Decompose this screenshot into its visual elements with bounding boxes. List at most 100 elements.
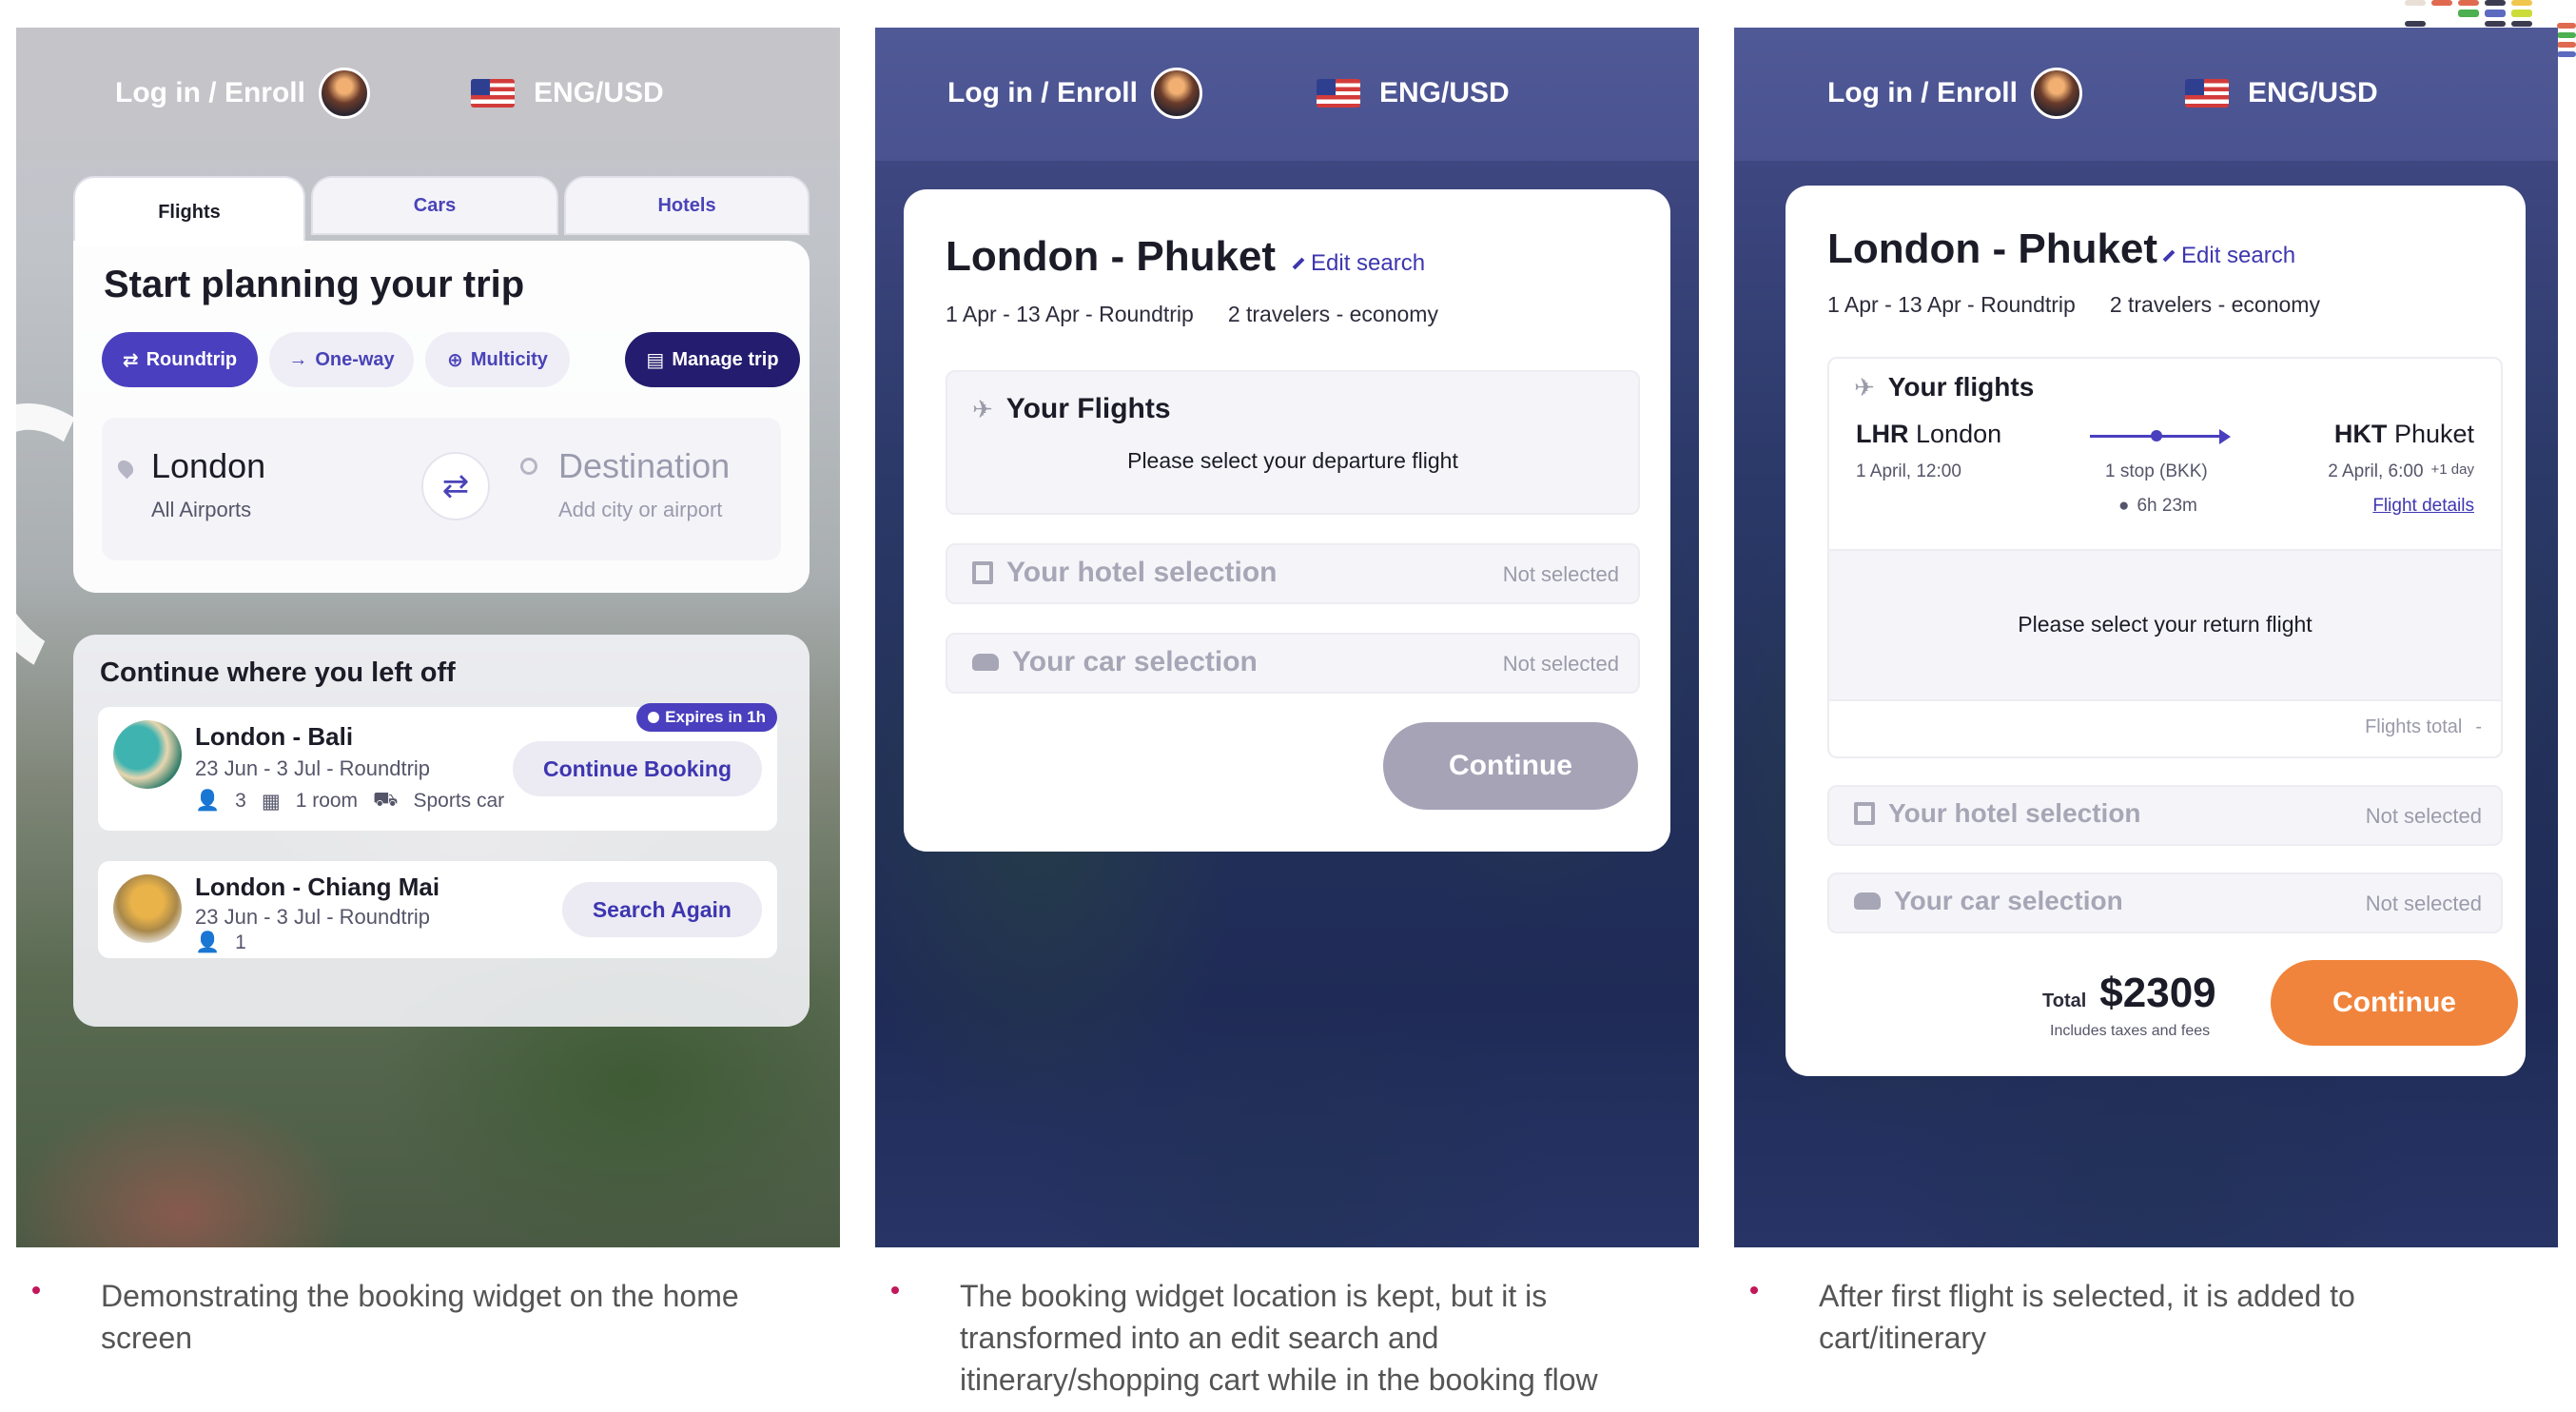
location-pin-icon [114,457,137,480]
trip-meta: 👤 3 ▦ 1 room ⛟ Sports car [195,789,504,814]
hotel-section[interactable]: Your hotel selection Not selected [1827,785,2503,846]
continue-booking-button[interactable]: Continue Booking [512,741,762,796]
dest-code: HKT [2333,420,2388,448]
flight-details-link[interactable]: Flight details [2372,496,2474,517]
search-summary: 1 Apr - 13 Apr - Roundtrip 2 travelers -… [946,302,1438,327]
pencil-icon [1292,257,1305,270]
multicity-button[interactable]: ⊕ Multicity [425,332,570,387]
origin-subtext: All Airports [151,498,252,521]
duration: ● 6h 23m [2118,496,2197,517]
edit-search-link[interactable]: Edit search [1292,250,1425,277]
locale-selector[interactable]: ENG/USD [1317,77,1510,109]
tab-cars[interactable]: Cars [311,176,558,235]
car-icon [972,654,999,671]
caption-bullet [1750,1286,1758,1294]
car-section[interactable]: Your car selection Not selected [946,633,1640,694]
caption-cart: After first flight is selected, it is ad… [1819,1279,2355,1355]
login-enroll-link[interactable]: Log in / Enroll [115,68,370,119]
flights-total-value: - [2475,716,2482,737]
hotel-icon [972,561,993,584]
trip-dates: 23 Jun - 3 Jul - Roundtrip [195,756,431,780]
expires-badge: Expires in 1h [636,703,777,732]
trip-dates: 1 Apr - 13 Apr - Roundtrip [946,302,1194,326]
trip-name: London - Chiang Mai [195,873,440,901]
caption-bullet [891,1286,899,1294]
locale-selector[interactable]: ENG/USD [471,77,664,109]
trip-dates: 23 Jun - 3 Jul - Roundtrip [195,905,431,929]
car-title: Your car selection [1894,886,2123,915]
login-enroll-link[interactable]: Log in / Enroll [947,68,1202,119]
tab-hotels[interactable]: Hotels [564,176,810,235]
recent-trip-chiang-mai[interactable]: London - Chiang Mai 23 Jun - 3 Jul - Rou… [98,861,777,958]
continue-button-disabled[interactable]: Continue [1383,722,1638,810]
traveler-icon: 👤 [195,790,221,812]
origin-city: London [1916,420,2002,448]
flights-section: ✈ Your Flights Please select your depart… [946,370,1640,515]
day-offset: +1 day [2430,461,2474,478]
one-way-label: One-way [315,348,395,370]
us-flag-icon [471,79,515,108]
car-header: Your car selection [1854,886,2123,916]
top-bar: Log in / Enroll ENG/USD [16,28,840,161]
destination-field[interactable]: Destination [558,446,730,486]
hotel-header: Your hotel selection [1854,798,2141,829]
traveler-count: 1 [235,932,246,953]
edit-search-link[interactable]: Edit search [2162,243,2295,269]
route-title: London - Phuket [1827,226,2158,272]
flights-total-label: Flights total [2365,716,2463,737]
slide: Log in / Enroll ENG/USD Flights Cars Hot… [0,0,2576,1412]
manage-trip-button[interactable]: ▤ Manage trip [625,332,800,387]
origin-field[interactable]: London [151,446,265,486]
search-again-button[interactable]: Search Again [561,882,762,937]
trip-meta: 👤 1 [195,932,246,954]
car-section[interactable]: Your car selection Not selected [1827,873,2503,933]
roundtrip-label: Roundtrip [146,348,238,370]
flights-total: Flights total - [2365,716,2482,738]
top-bar: Log in / Enroll ENG/USD [875,28,1699,161]
car-header: Your car selection [972,646,1258,678]
flights-section: ✈ Your flights LHR London 1 April, 12:00… [1827,357,2503,758]
locale-label: ENG/USD [1379,77,1510,108]
return-flight-slot[interactable]: Please select your return flight [1829,549,2501,701]
stop-dot [2151,430,2162,441]
one-way-button[interactable]: → One-way [269,332,414,387]
hotel-icon [1854,802,1875,825]
globe-icon: ⊕ [447,349,463,371]
login-enroll-link[interactable]: Log in / Enroll [1827,68,2082,119]
plane-icon: ✈ [1854,372,1875,402]
room-count: 1 room [295,790,359,812]
tab-flights[interactable]: Flights [73,176,305,246]
departure-prompt: Please select your departure flight [1127,448,1458,473]
hotel-status: Not selected [1502,562,1619,586]
arrow-right-icon [2219,429,2231,444]
route-title: London - Phuket [946,233,1277,280]
booking-widget: Start planning your trip ⇄ Roundtrip → O… [73,241,810,593]
hotel-title: Your hotel selection [1006,557,1278,588]
traveler-icon: 👤 [195,932,221,953]
route-inputs: London All Airports ⇄ Destination Add ci… [102,418,781,560]
arrival-time-value: 2 April, 6:00 [2328,461,2424,481]
hotel-section[interactable]: Your hotel selection Not selected [946,543,1640,604]
avatar[interactable] [2030,68,2082,119]
flights-header: ✈ Your Flights [972,393,1171,425]
trip-name: London - Bali [195,722,354,751]
recent-trip-bali[interactable]: London - Bali 23 Jun - 3 Jul - Roundtrip… [98,703,777,831]
continue-button[interactable]: Continue [2271,960,2518,1046]
multicity-label: Multicity [470,348,548,370]
car-title: Your car selection [1012,646,1258,677]
locale-selector[interactable]: ENG/USD [2185,77,2378,109]
roundtrip-button[interactable]: ⇄ Roundtrip [102,332,258,387]
stops: 1 stop (BKK) [2105,461,2208,481]
avatar[interactable] [1150,68,1202,119]
hotel-header: Your hotel selection [972,557,1278,589]
price-total: Total $2309 [2042,970,2216,1017]
login-label: Log in / Enroll [1827,77,2018,108]
edit-search-label: Edit search [1311,250,1426,276]
top-bar: Log in / Enroll ENG/USD [1734,28,2558,161]
avatar[interactable] [318,68,370,119]
swap-route-button[interactable]: ⇄ [421,452,490,520]
locale-label: ENG/USD [2248,77,2378,108]
edit-search-label: Edit search [2181,243,2296,268]
traveler-summary: 2 travelers - economy [1227,302,1438,326]
widget-title: Start planning your trip [104,264,525,305]
